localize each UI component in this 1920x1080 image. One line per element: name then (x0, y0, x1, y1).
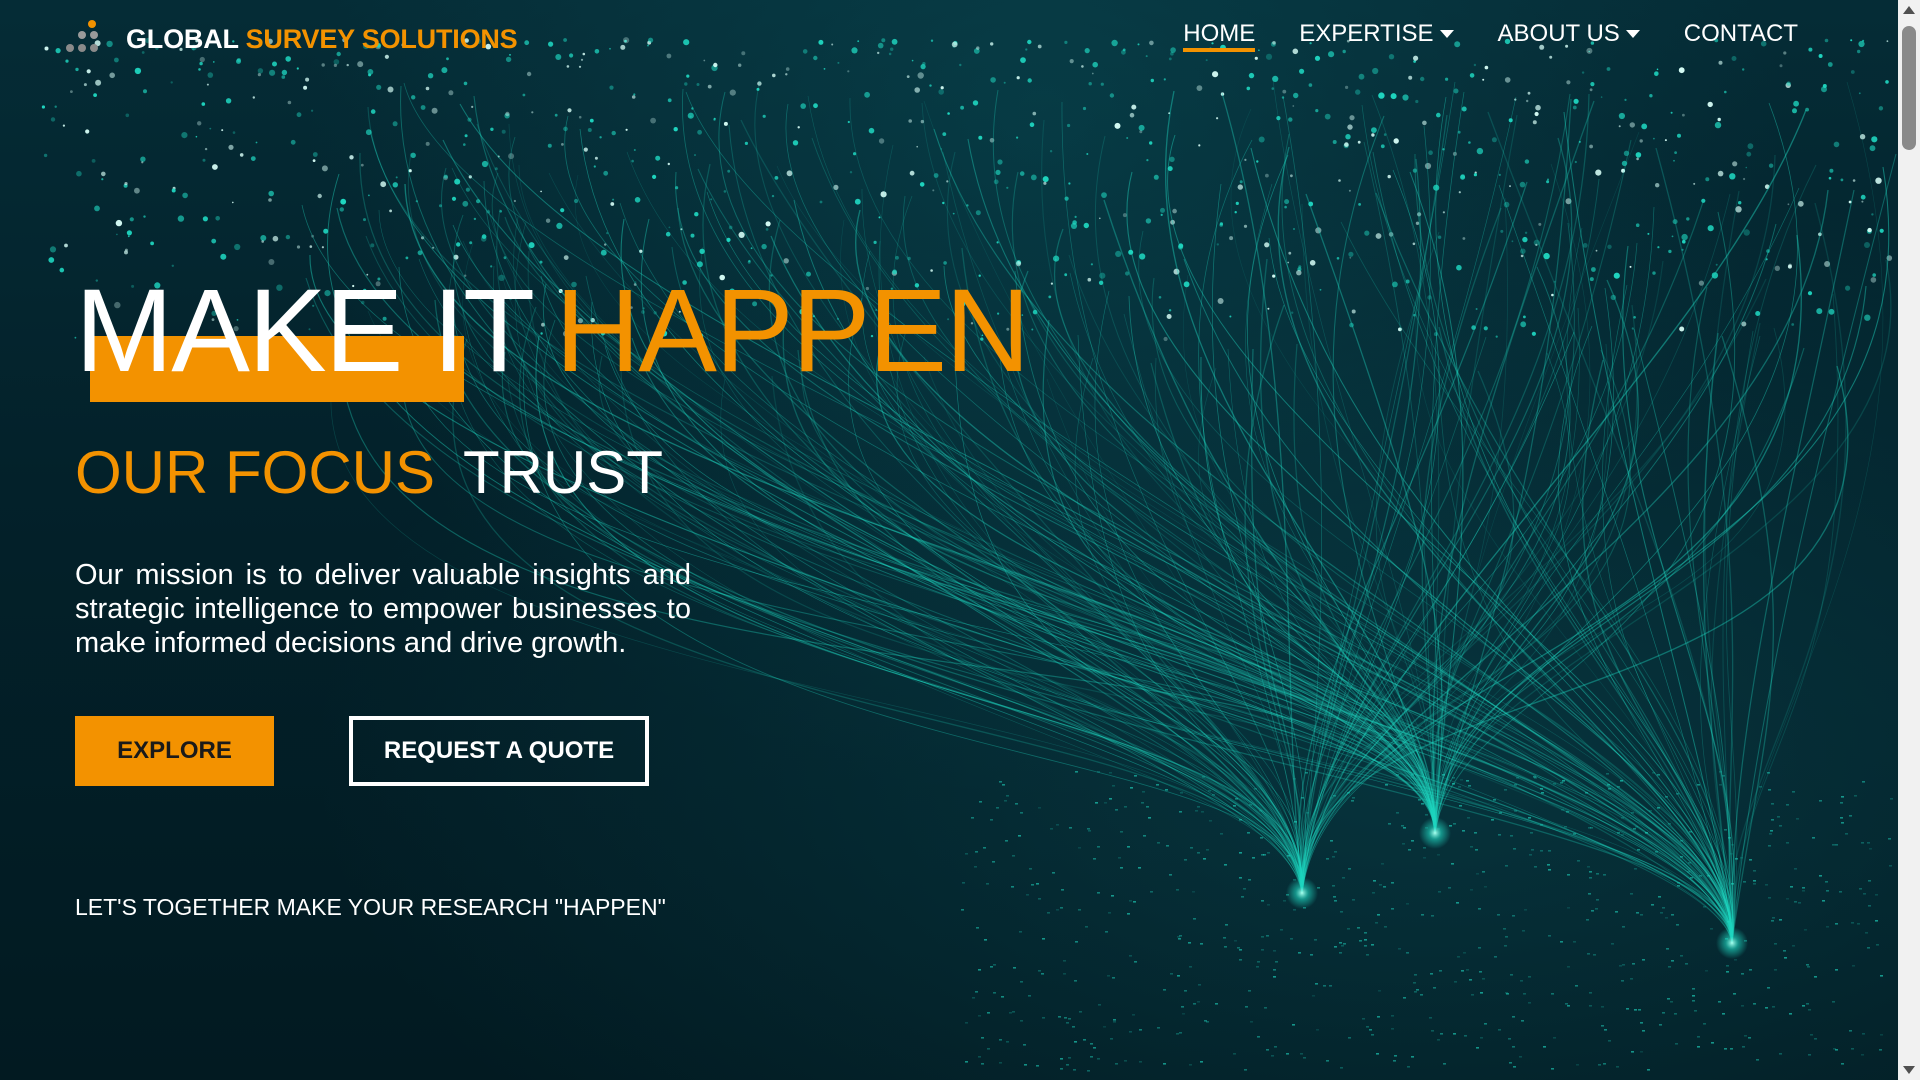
nav-home-label: HOME (1183, 20, 1256, 47)
focus-value: TRUST (463, 439, 663, 506)
focus-label: OUR FOCUS (75, 439, 435, 506)
nav-expertise[interactable]: EXPERTISE (1299, 20, 1454, 52)
page: GLOBAL SURVEY SOLUTIONS HOME EXPERTISE A… (0, 0, 1920, 1080)
hero-title-orange: HAPPEN (555, 265, 1030, 397)
scrollbar-thumb[interactable] (1902, 26, 1916, 150)
caret-down-icon (1625, 30, 1640, 38)
request-quote-button[interactable]: REQUEST A QUOTE (349, 716, 649, 786)
scroll-down-icon[interactable] (1903, 1066, 1915, 1074)
nav-contact[interactable]: CONTACT (1684, 20, 1798, 52)
focus-heading: OUR FOCUS TRUST (75, 438, 663, 507)
hero-title: MAKE IT HAPPEN (75, 272, 1030, 390)
nav-home[interactable]: HOME (1183, 20, 1256, 52)
brand-logo[interactable]: GLOBAL SURVEY SOLUTIONS (60, 20, 518, 58)
tagline: LET'S TOGETHER MAKE YOUR RESEARCH "HAPPE… (75, 894, 666, 920)
brand-name-part2: SURVEY SOLUTIONS (245, 23, 518, 54)
caret-down-icon (1439, 30, 1454, 38)
mission-statement: Our mission is to deliver valuable insig… (75, 559, 691, 659)
logo-dots-icon (60, 20, 100, 58)
top-navigation: GLOBAL SURVEY SOLUTIONS HOME EXPERTISE A… (0, 0, 1898, 80)
explore-button[interactable]: EXPLORE (75, 716, 274, 786)
hero-title-white: MAKE IT (75, 265, 535, 397)
brand-name-part1: GLOBAL (126, 23, 239, 54)
nav-contact-label: CONTACT (1683, 20, 1798, 47)
brand-name: GLOBAL SURVEY SOLUTIONS (126, 24, 518, 55)
scroll-up-icon[interactable] (1903, 6, 1915, 14)
main-menu: HOME EXPERTISE ABOUT US CONTACT (1139, 20, 1798, 52)
nav-about-us-label: ABOUT US (1497, 20, 1620, 47)
nav-about-us[interactable]: ABOUT US (1498, 20, 1640, 52)
vertical-scrollbar[interactable] (1898, 0, 1920, 1080)
nav-expertise-label: EXPERTISE (1299, 20, 1434, 47)
